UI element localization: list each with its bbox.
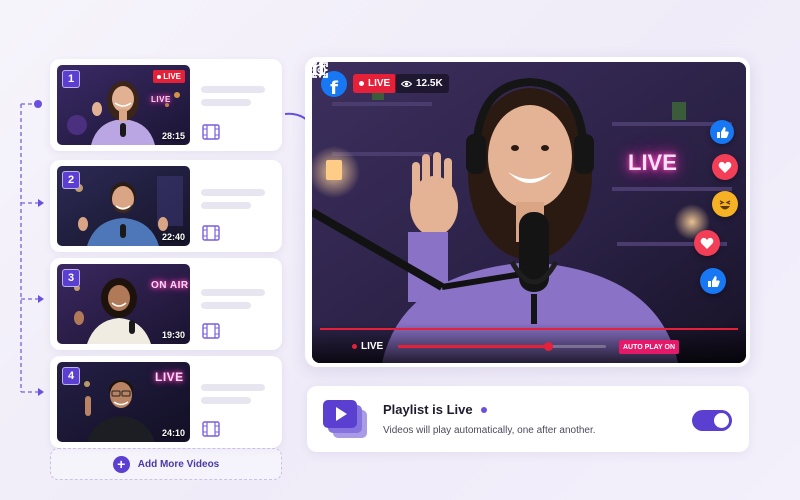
live-dot-icon	[352, 344, 357, 349]
live-dot-icon	[359, 81, 364, 86]
playlist-status-card: Playlist is Live Videos will play automa…	[307, 386, 749, 452]
eye-icon	[401, 80, 412, 87]
video-player[interactable]: LIVE f LIVE 12.5K LIVE AUTO PLAY ON	[312, 62, 746, 363]
status-dot-icon	[480, 406, 487, 413]
status-title-text: Playlist is Live	[383, 402, 473, 417]
status-subtitle: Videos will play automatically, one afte…	[383, 425, 596, 436]
video-thumbnail[interactable]: 1 LIVE LIVE 28:15	[57, 65, 190, 145]
subtitle-placeholder	[201, 99, 251, 106]
plus-icon: +	[112, 455, 130, 473]
status-title: Playlist is Live	[383, 402, 487, 417]
wall-neon-sign: LIVE	[628, 150, 677, 175]
video-frame	[312, 62, 746, 363]
heart-icon	[694, 230, 720, 256]
film-icon	[202, 323, 220, 339]
neon-sign: ON AIR	[151, 280, 189, 291]
video-thumbnail[interactable]: 4 LIVE 24:10	[57, 362, 190, 442]
video-duration: 19:30	[161, 330, 185, 340]
haha-icon	[712, 191, 738, 217]
like-icon	[710, 120, 734, 144]
neon-sign: LIVE	[155, 370, 184, 384]
video-thumbnail[interactable]: 3 ON AIR 19:30	[57, 264, 190, 344]
video-duration: 28:15	[161, 131, 185, 141]
live-dot-icon	[157, 74, 162, 79]
toggle-knob	[714, 413, 729, 428]
video-duration: 22:40	[161, 232, 185, 242]
add-more-videos-button[interactable]: + Add More Videos	[50, 448, 282, 480]
live-indicator-label: LIVE	[361, 341, 384, 352]
playlist-number-badge: 3	[62, 269, 80, 287]
neon-sign: LIVE	[151, 95, 171, 104]
seek-bar-fill	[398, 345, 548, 348]
title-placeholder	[201, 189, 265, 196]
live-badge: LIVE	[353, 74, 397, 93]
like-icon	[700, 268, 726, 294]
title-placeholder	[201, 86, 265, 93]
buffer-bar	[320, 328, 738, 330]
subtitle-placeholder	[201, 202, 251, 209]
autoplay-badge[interactable]: AUTO PLAY ON	[619, 340, 679, 354]
video-thumbnail[interactable]: 2 22:40	[57, 166, 190, 246]
live-badge-label: LIVE	[368, 78, 391, 89]
film-icon	[202, 124, 220, 140]
seek-bar[interactable]	[398, 342, 606, 351]
viewer-count: 12.5K	[395, 74, 449, 93]
video-duration: 24:10	[161, 428, 185, 438]
playlist-item-2[interactable]: 2 22:40	[50, 160, 282, 252]
film-icon	[202, 421, 220, 437]
live-badge: LIVE	[153, 70, 185, 83]
viewer-count-label: 12.5K	[416, 78, 443, 89]
playlist-item-1[interactable]: 1 LIVE LIVE 28:15	[50, 59, 282, 151]
video-stack-icon	[323, 400, 367, 438]
playlist-number-badge: 2	[62, 171, 80, 189]
seek-handle[interactable]	[543, 342, 553, 351]
fullscreen-icon[interactable]	[312, 62, 328, 78]
playlist-number-badge: 4	[62, 367, 80, 385]
title-placeholder	[201, 384, 265, 391]
title-placeholder	[201, 289, 265, 296]
subtitle-placeholder	[201, 397, 251, 404]
playlist-item-4[interactable]: 4 LIVE 24:10	[50, 356, 282, 448]
film-icon	[202, 225, 220, 241]
playlist-item-3[interactable]: 3 ON AIR 19:30	[50, 258, 282, 350]
heart-icon	[712, 154, 738, 180]
live-badge-label: LIVE	[163, 72, 181, 81]
add-more-label: Add More Videos	[137, 458, 220, 470]
subtitle-placeholder	[201, 302, 251, 309]
playlist-number-badge: 1	[62, 70, 80, 88]
playlist-live-toggle[interactable]	[692, 410, 732, 431]
live-indicator: LIVE	[352, 341, 383, 352]
